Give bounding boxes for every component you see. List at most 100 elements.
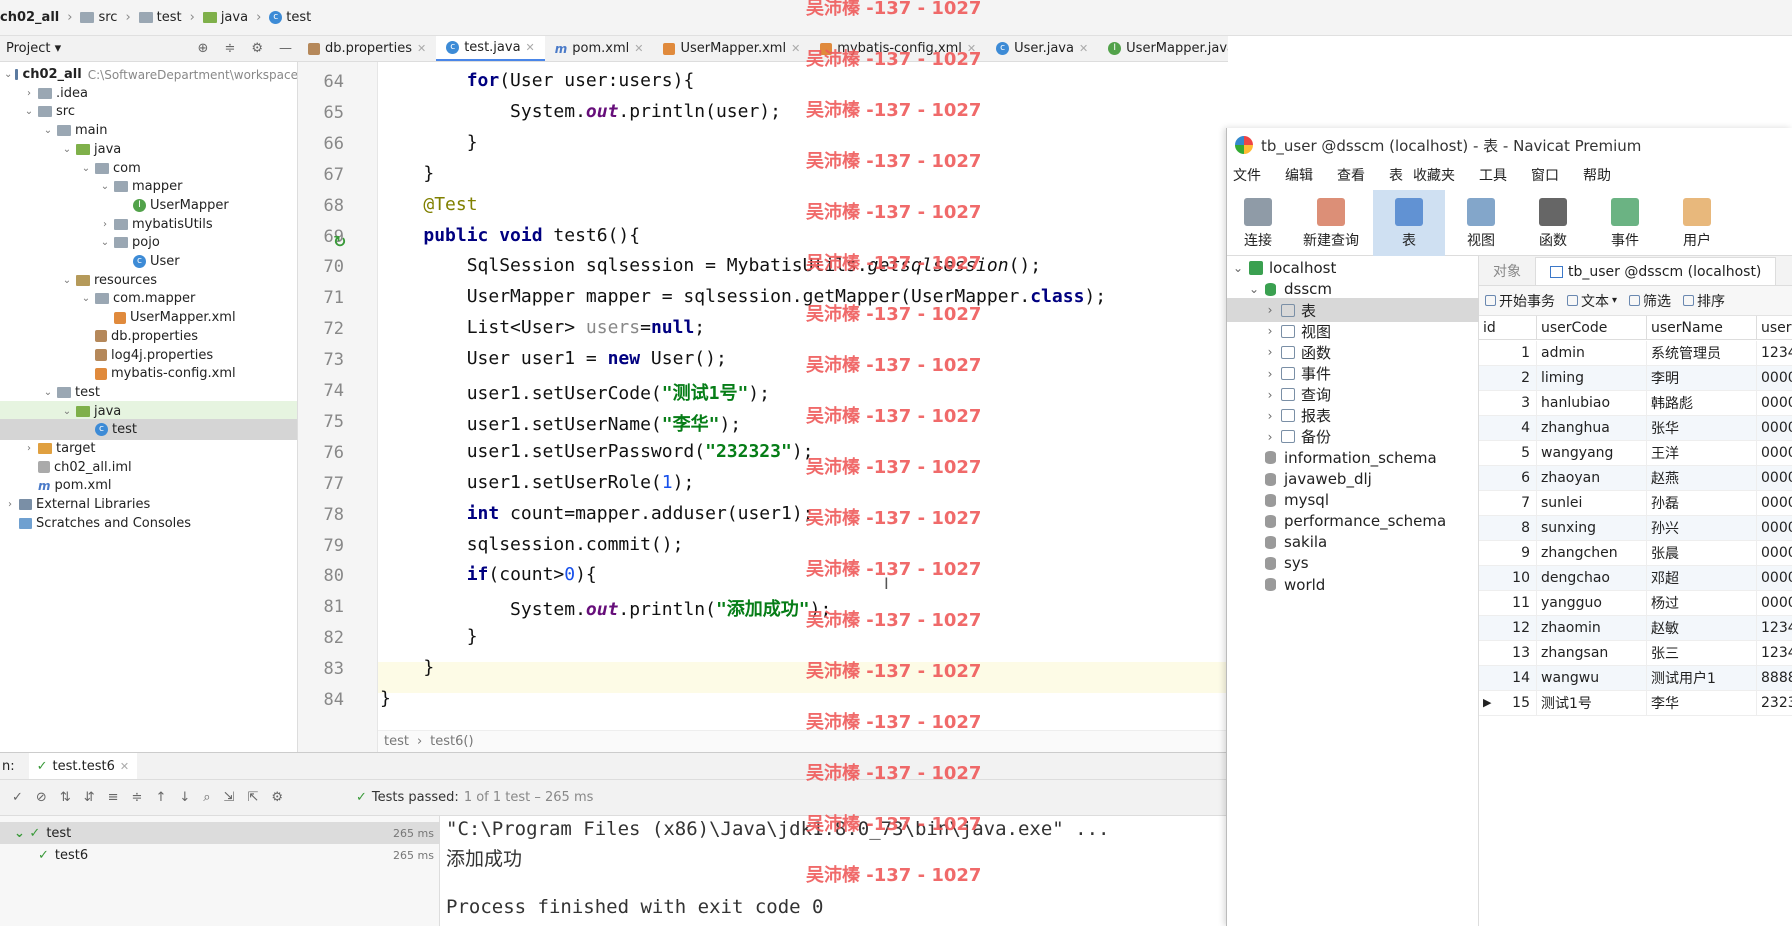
code-line[interactable]: for(User user:users){ xyxy=(380,70,695,91)
grid-cell[interactable]: 0000 xyxy=(1757,541,1792,566)
grid-cell[interactable]: hanlubiao xyxy=(1537,391,1647,416)
grid-cell[interactable]: 0000 xyxy=(1757,366,1792,391)
chevron-down-icon[interactable]: ⌄ xyxy=(4,69,12,80)
tab-test-java[interactable]: c test.java ✕ xyxy=(436,36,545,61)
menu-item[interactable]: 表 xyxy=(1389,165,1403,185)
menu-item[interactable]: 编辑 xyxy=(1285,165,1313,185)
breadcrumb-item[interactable]: ch02_all xyxy=(0,10,59,25)
grid-cell[interactable]: 3 xyxy=(1479,391,1537,416)
code-line[interactable]: } xyxy=(380,163,434,184)
chevron-down-icon[interactable]: ⌄ xyxy=(80,293,92,304)
breadcrumb-item[interactable]: src xyxy=(80,10,117,25)
editor-breadcrumb-item[interactable]: test xyxy=(384,734,409,749)
grid-cell[interactable]: 0000 xyxy=(1757,441,1792,466)
grid-cell[interactable]: wangyang xyxy=(1537,441,1647,466)
chevron-right-icon[interactable]: › xyxy=(99,219,111,230)
grid-cell[interactable]: 张晨 xyxy=(1647,541,1757,566)
project-view-selector[interactable]: Project ▾ xyxy=(6,41,61,56)
grid-cell[interactable]: 14 xyxy=(1479,666,1537,691)
grid-cell[interactable]: 测试1号 xyxy=(1537,691,1647,716)
chevron-right-icon[interactable]: › xyxy=(1263,324,1277,338)
grid-begin-transaction-button[interactable]: 开始事务 xyxy=(1485,291,1555,311)
chevron-right-icon[interactable]: › xyxy=(1263,345,1277,359)
menu-item[interactable]: 查看 xyxy=(1337,165,1365,185)
close-icon[interactable]: ✕ xyxy=(634,42,643,55)
tab-pom-xml[interactable]: m pom.xml ✕ xyxy=(545,36,654,61)
grid-cell[interactable]: 0000 xyxy=(1757,566,1792,591)
grid-cell[interactable]: 8 xyxy=(1479,516,1537,541)
chevron-down-icon[interactable]: ⌄ xyxy=(99,181,111,192)
code-line[interactable]: user1.setUserName("李华"); xyxy=(380,410,741,436)
grid-cell[interactable]: 赵燕 xyxy=(1647,466,1757,491)
data-grid[interactable]: iduserCodeuserNameuser1admin系统管理员12342li… xyxy=(1479,316,1792,926)
code-line[interactable]: sqlsession.commit(); xyxy=(380,534,684,555)
close-icon[interactable]: ✕ xyxy=(120,760,129,773)
toolbar-function-button[interactable]: 函数 xyxy=(1517,190,1589,256)
sort-duration-icon[interactable]: ⇵ xyxy=(84,790,95,805)
grid-cell[interactable]: 0000 xyxy=(1757,416,1792,441)
chevron-down-icon[interactable]: ⌄ xyxy=(1231,261,1245,275)
tab-usermapper-java[interactable]: IUserMapper.java✕ xyxy=(1098,36,1228,61)
grid-cell[interactable]: 测试用户1 xyxy=(1647,666,1757,691)
grid-cell[interactable]: zhangsan xyxy=(1537,641,1647,666)
column-header[interactable]: id xyxy=(1479,316,1537,340)
chevron-down-icon[interactable]: ⌄ xyxy=(23,106,35,117)
menu-item[interactable]: 工具 xyxy=(1479,165,1507,185)
grid-cell[interactable]: 孙磊 xyxy=(1647,491,1757,516)
tab-objects[interactable]: 对象 xyxy=(1479,257,1535,285)
grid-cell[interactable]: 0000 xyxy=(1757,491,1792,516)
expand-all-icon[interactable]: ≡ xyxy=(108,790,119,805)
breadcrumb-item[interactable]: c test xyxy=(269,10,311,25)
grid-cell[interactable]: 9 xyxy=(1479,541,1537,566)
menu-item[interactable]: 窗口 xyxy=(1531,165,1559,185)
tab-db-properties[interactable]: db.properties ✕ xyxy=(298,36,436,61)
navicat-tree-item[interactable]: world xyxy=(1227,573,1479,597)
grid-cell[interactable]: 4 xyxy=(1479,416,1537,441)
grid-cell[interactable]: dengchao xyxy=(1537,566,1647,591)
tab-tb-user[interactable]: tb_user @dsscm (localhost) xyxy=(1535,257,1777,285)
toolbar-event-button[interactable]: 事件 xyxy=(1589,190,1661,256)
settings-icon[interactable]: ⚙ xyxy=(271,790,283,805)
chevron-right-icon[interactable]: › xyxy=(1263,367,1277,381)
grid-cell[interactable]: 11 xyxy=(1479,591,1537,616)
grid-cell[interactable]: 1234 xyxy=(1757,641,1792,666)
close-icon[interactable]: ✕ xyxy=(791,42,800,55)
code-line[interactable]: public void test6(){ xyxy=(380,225,640,246)
chevron-down-icon[interactable]: ⌄ xyxy=(61,406,73,417)
grid-cell[interactable]: zhanghua xyxy=(1537,416,1647,441)
code-line[interactable]: } xyxy=(380,688,391,709)
grid-cell[interactable]: 2323 xyxy=(1757,691,1792,716)
grid-text-button[interactable]: 文本 ▾ xyxy=(1567,291,1617,311)
breadcrumb-item[interactable]: test xyxy=(138,10,182,25)
hide-icon[interactable]: — xyxy=(279,41,292,56)
grid-cell[interactable]: zhaomin xyxy=(1537,616,1647,641)
grid-cell[interactable]: 李华 xyxy=(1647,691,1757,716)
menu-item[interactable]: 文件 xyxy=(1233,165,1261,185)
code-line[interactable]: @Test xyxy=(380,194,477,215)
chevron-down-icon[interactable]: ⌄ xyxy=(61,275,73,286)
grid-cell[interactable]: 0000 xyxy=(1757,516,1792,541)
chevron-down-icon[interactable]: ⌄ xyxy=(80,163,92,174)
grid-cell[interactable]: 0000 xyxy=(1757,591,1792,616)
grid-cell[interactable]: 6 xyxy=(1479,466,1537,491)
grid-cell[interactable]: 8888 xyxy=(1757,666,1792,691)
chevron-right-icon[interactable]: › xyxy=(23,443,35,454)
grid-cell[interactable]: 1 xyxy=(1479,341,1537,366)
chevron-right-icon[interactable]: › xyxy=(1263,430,1277,444)
column-header[interactable]: userCode xyxy=(1537,316,1647,340)
grid-cell[interactable]: 0000 xyxy=(1757,466,1792,491)
chevron-down-icon[interactable]: ⌄ xyxy=(1247,282,1261,296)
grid-cell[interactable]: 1234 xyxy=(1757,341,1792,366)
toolbar-table-button[interactable]: 表 xyxy=(1373,190,1445,256)
code-line[interactable]: user1.setUserPassword("232323"); xyxy=(380,441,814,462)
toolbar-connect-button[interactable]: 连接 xyxy=(1227,190,1289,256)
code-line[interactable]: user1.setUserRole(1); xyxy=(380,472,695,493)
grid-cell[interactable]: 李明 xyxy=(1647,366,1757,391)
code-line[interactable]: List<User> users=null; xyxy=(380,317,705,338)
chevron-down-icon[interactable]: ⌄ xyxy=(61,144,73,155)
tree-item[interactable]: Scratches and Consoles xyxy=(0,513,297,534)
code-line[interactable]: System.out.println("添加成功"); xyxy=(380,595,831,621)
grid-cell[interactable]: 系统管理员 xyxy=(1647,341,1757,366)
grid-cell[interactable]: 0000 xyxy=(1757,391,1792,416)
search-icon[interactable]: ⌕ xyxy=(203,790,210,805)
